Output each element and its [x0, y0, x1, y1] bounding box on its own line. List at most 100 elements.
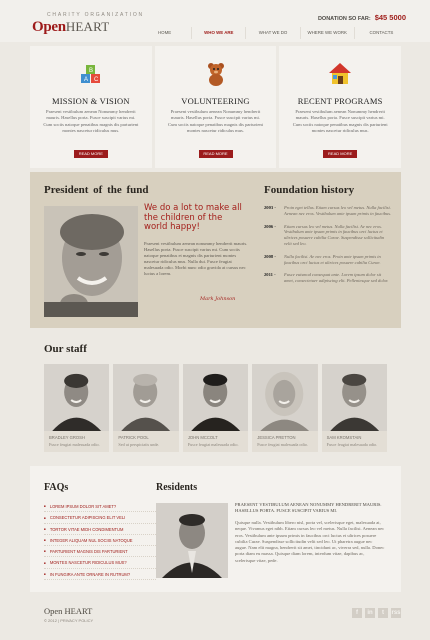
staff-role: Sed ut perspiciatis unde. [118, 442, 160, 447]
history-text: Proin eget tellus. Etiam cursus leo vel … [284, 205, 392, 216]
feature-title: VOLUNTEERING [181, 96, 250, 106]
donation-label: DONATION SO FAR: [317, 16, 371, 22]
staff-portrait-image [182, 364, 249, 431]
staff-name: SAM KROMSTAIN [326, 435, 362, 440]
faq-link[interactable]: CONSECTETUR ADIPISCING ELIT VELI [44, 512, 156, 524]
linkedin-icon[interactable]: in [365, 608, 375, 618]
feature-title: MISSION & VISION [52, 96, 130, 106]
staff-portrait-image [44, 364, 110, 431]
staff-portrait-image [113, 364, 179, 431]
staff-role: Fusce feugiat malesuada odio. [326, 442, 378, 447]
faq-list: LOREM IPSUM DOLOR SIT AMET? CONSECTETUR … [44, 501, 156, 581]
site-footer: Open HEART © 2012 | PRIVACY POLICY f in … [30, 596, 401, 636]
footer-copyright[interactable]: © 2012 | PRIVACY POLICY [44, 618, 93, 623]
facebook-icon[interactable]: f [352, 608, 362, 618]
svg-text:A: A [84, 77, 88, 83]
president-photo [44, 206, 138, 317]
staff-portrait-image [321, 364, 388, 431]
read-more-button[interactable]: READ MORE [73, 150, 108, 158]
svg-text:C: C [94, 77, 99, 83]
history-text: Etiam cursus leo vel metus. Nulla facili… [284, 223, 385, 246]
faq-heading: FAQs [44, 482, 69, 493]
staff-card[interactable]: SAM KROMSTAIN Fusce feugiat malesuada od… [321, 364, 388, 452]
staff-name: PATRICK POOL [118, 435, 149, 440]
faq-link[interactable]: INTEGER ALIQUAM NUL SOCIIS NATOQUE [44, 535, 156, 547]
site-header: CHARITY ORGANIZATION OpenHEART DONATION … [0, 0, 430, 42]
page: CHARITY ORGANIZATION OpenHEART DONATION … [0, 0, 430, 640]
resident-portrait-image [156, 503, 228, 578]
history-item: 2008 - Nulla facilisi. Ae nec eros. Proin… [264, 254, 392, 266]
staff-portrait-image [252, 364, 318, 431]
nav-contacts[interactable]: CONTACTS [353, 27, 408, 39]
history-item: 2003 - Proin eget tellus. Etiam cursus le… [264, 205, 392, 217]
staff-photo [44, 364, 110, 431]
president-portrait-image [44, 206, 138, 317]
president-text: Praesent vestibulum aenean nonummy hendr… [144, 241, 248, 277]
staff-heading: Our staff [44, 343, 87, 355]
twitter-icon[interactable]: t [378, 608, 388, 618]
read-more-button[interactable]: READ MORE [323, 150, 358, 158]
house-icon [329, 63, 352, 84]
logo-bold-text: Open [32, 19, 66, 35]
feature-mission: ACB MISSION & VISION Praesent vestibulum… [30, 46, 152, 168]
faq-link[interactable]: PARTURIENT MAGNIS DIS PARTURIENT [44, 546, 156, 558]
nav-what-we-do[interactable]: WHAT WE DO [245, 27, 299, 39]
feature-text: Praesent vestibulum aenean Nonummy hendr… [168, 109, 263, 133]
staff-photo [321, 364, 388, 431]
nav-home[interactable]: HOME [138, 27, 191, 39]
toy-blocks-icon: A CB [80, 65, 100, 83]
feature-text: Praesent vestibulum aenean Nonummy hendr… [43, 109, 139, 133]
history-text: Nulla facilisi. Ae nec eros. Proin ante … [284, 253, 381, 265]
president-history-section: President of the fund We do a lot to mak… [30, 172, 401, 328]
faq-residents-section: FAQs LOREM IPSUM DOLOR SIT AMET? CONSECT… [30, 466, 401, 592]
staff-card[interactable]: JESSICA PRETTON Fusce feugiat malesuada … [252, 364, 318, 452]
teddy-bear-icon [207, 63, 224, 86]
staff-photo [182, 364, 249, 431]
rss-icon[interactable]: rss [391, 608, 401, 618]
staff-card[interactable]: JOHN MCCOLT Fusce feugiat malesuada odio… [182, 364, 249, 452]
staff-name: JOHN MCCOLT [187, 435, 218, 440]
feature-boxes: ACB MISSION & VISION Praesent vestibulum… [30, 46, 402, 168]
feature-volunteering: VOLUNTEERING Praesent vestibulum aenean … [154, 46, 277, 168]
donation-counter: DONATION SO FAR: $45 5000 [318, 13, 406, 22]
staff-list: BRADLEY GROSH Fusce feugiat malesuada od… [44, 364, 388, 452]
faq-link[interactable]: MONTES NASCETUR RIDICULUS MUS? [44, 557, 156, 569]
social-links: f in t rss [352, 608, 401, 618]
nav-where-we-work[interactable]: WHERE WE WORK [299, 27, 354, 39]
site-logo[interactable]: OpenHEART [32, 19, 109, 36]
logo-light-text: HEART [65, 19, 110, 34]
staff-card[interactable]: BRADLEY GROSH Fusce feugiat malesuada od… [44, 364, 110, 452]
president-heading: President of the fund [44, 184, 149, 196]
history-year: 2008 - [264, 253, 276, 259]
nav-who-we-are[interactable]: WHO WE ARE [191, 27, 245, 39]
org-label: CHARITY ORGANIZATION [47, 12, 144, 18]
faq-link[interactable]: TORTOR VITAE MIDH CONDIMENTUM [44, 524, 156, 535]
president-signature: Mark Johnson [200, 296, 236, 302]
staff-photo [113, 364, 179, 431]
residents-headline: Praesent vestibulum aenean nonummy hendr… [235, 502, 382, 514]
staff-role: Fusce feugiat malesuada odio. [49, 442, 100, 447]
history-year: 2003 - [264, 205, 276, 210]
history-year: 2006 - [264, 223, 276, 229]
main-nav: HOME WHO WE ARE WHAT WE DO WHERE WE WORK… [138, 27, 408, 39]
staff-role: Fusce feugiat malesuada odio. [187, 442, 239, 447]
resident-photo [156, 503, 228, 578]
history-list: 2003 - Proin eget tellus. Etiam cursus le… [264, 205, 392, 291]
footer-logo[interactable]: Open HEART [44, 606, 92, 616]
read-more-button[interactable]: READ MORE [198, 150, 233, 158]
faq-link[interactable]: LOREM IPSUM DOLOR SIT AMET? [44, 501, 156, 513]
staff-card[interactable]: PATRICK POOL Sed ut perspiciatis unde. [113, 364, 179, 452]
president-quote: We do a lot to make all the children of … [144, 203, 242, 232]
history-item: 2011 - Fusce euismod consequat ante. Lore… [264, 272, 392, 284]
history-year: 2011 - [264, 272, 276, 278]
staff-section: Our staff BRADLEY GROSH Fusce feugiat ma… [30, 332, 401, 462]
history-heading: Foundation history [264, 184, 355, 196]
staff-name: BRADLEY GROSH [49, 435, 85, 440]
residents-text: Quisque nulla. Vestibulum libero nisl, p… [235, 520, 385, 563]
history-text: Fusce euismod consequat ante. Lorem ipsu… [284, 272, 389, 284]
donation-value: $45 5000 [374, 13, 406, 22]
residents-heading: Residents [156, 482, 198, 493]
history-item: 2006 - Etiam cursus leo vel metus. Nulla … [264, 224, 392, 247]
faq-link[interactable]: IN FUNGIRA ANTE ORNARE IN RUTRUM? [44, 569, 156, 581]
staff-name: JESSICA PRETTON [257, 435, 296, 440]
